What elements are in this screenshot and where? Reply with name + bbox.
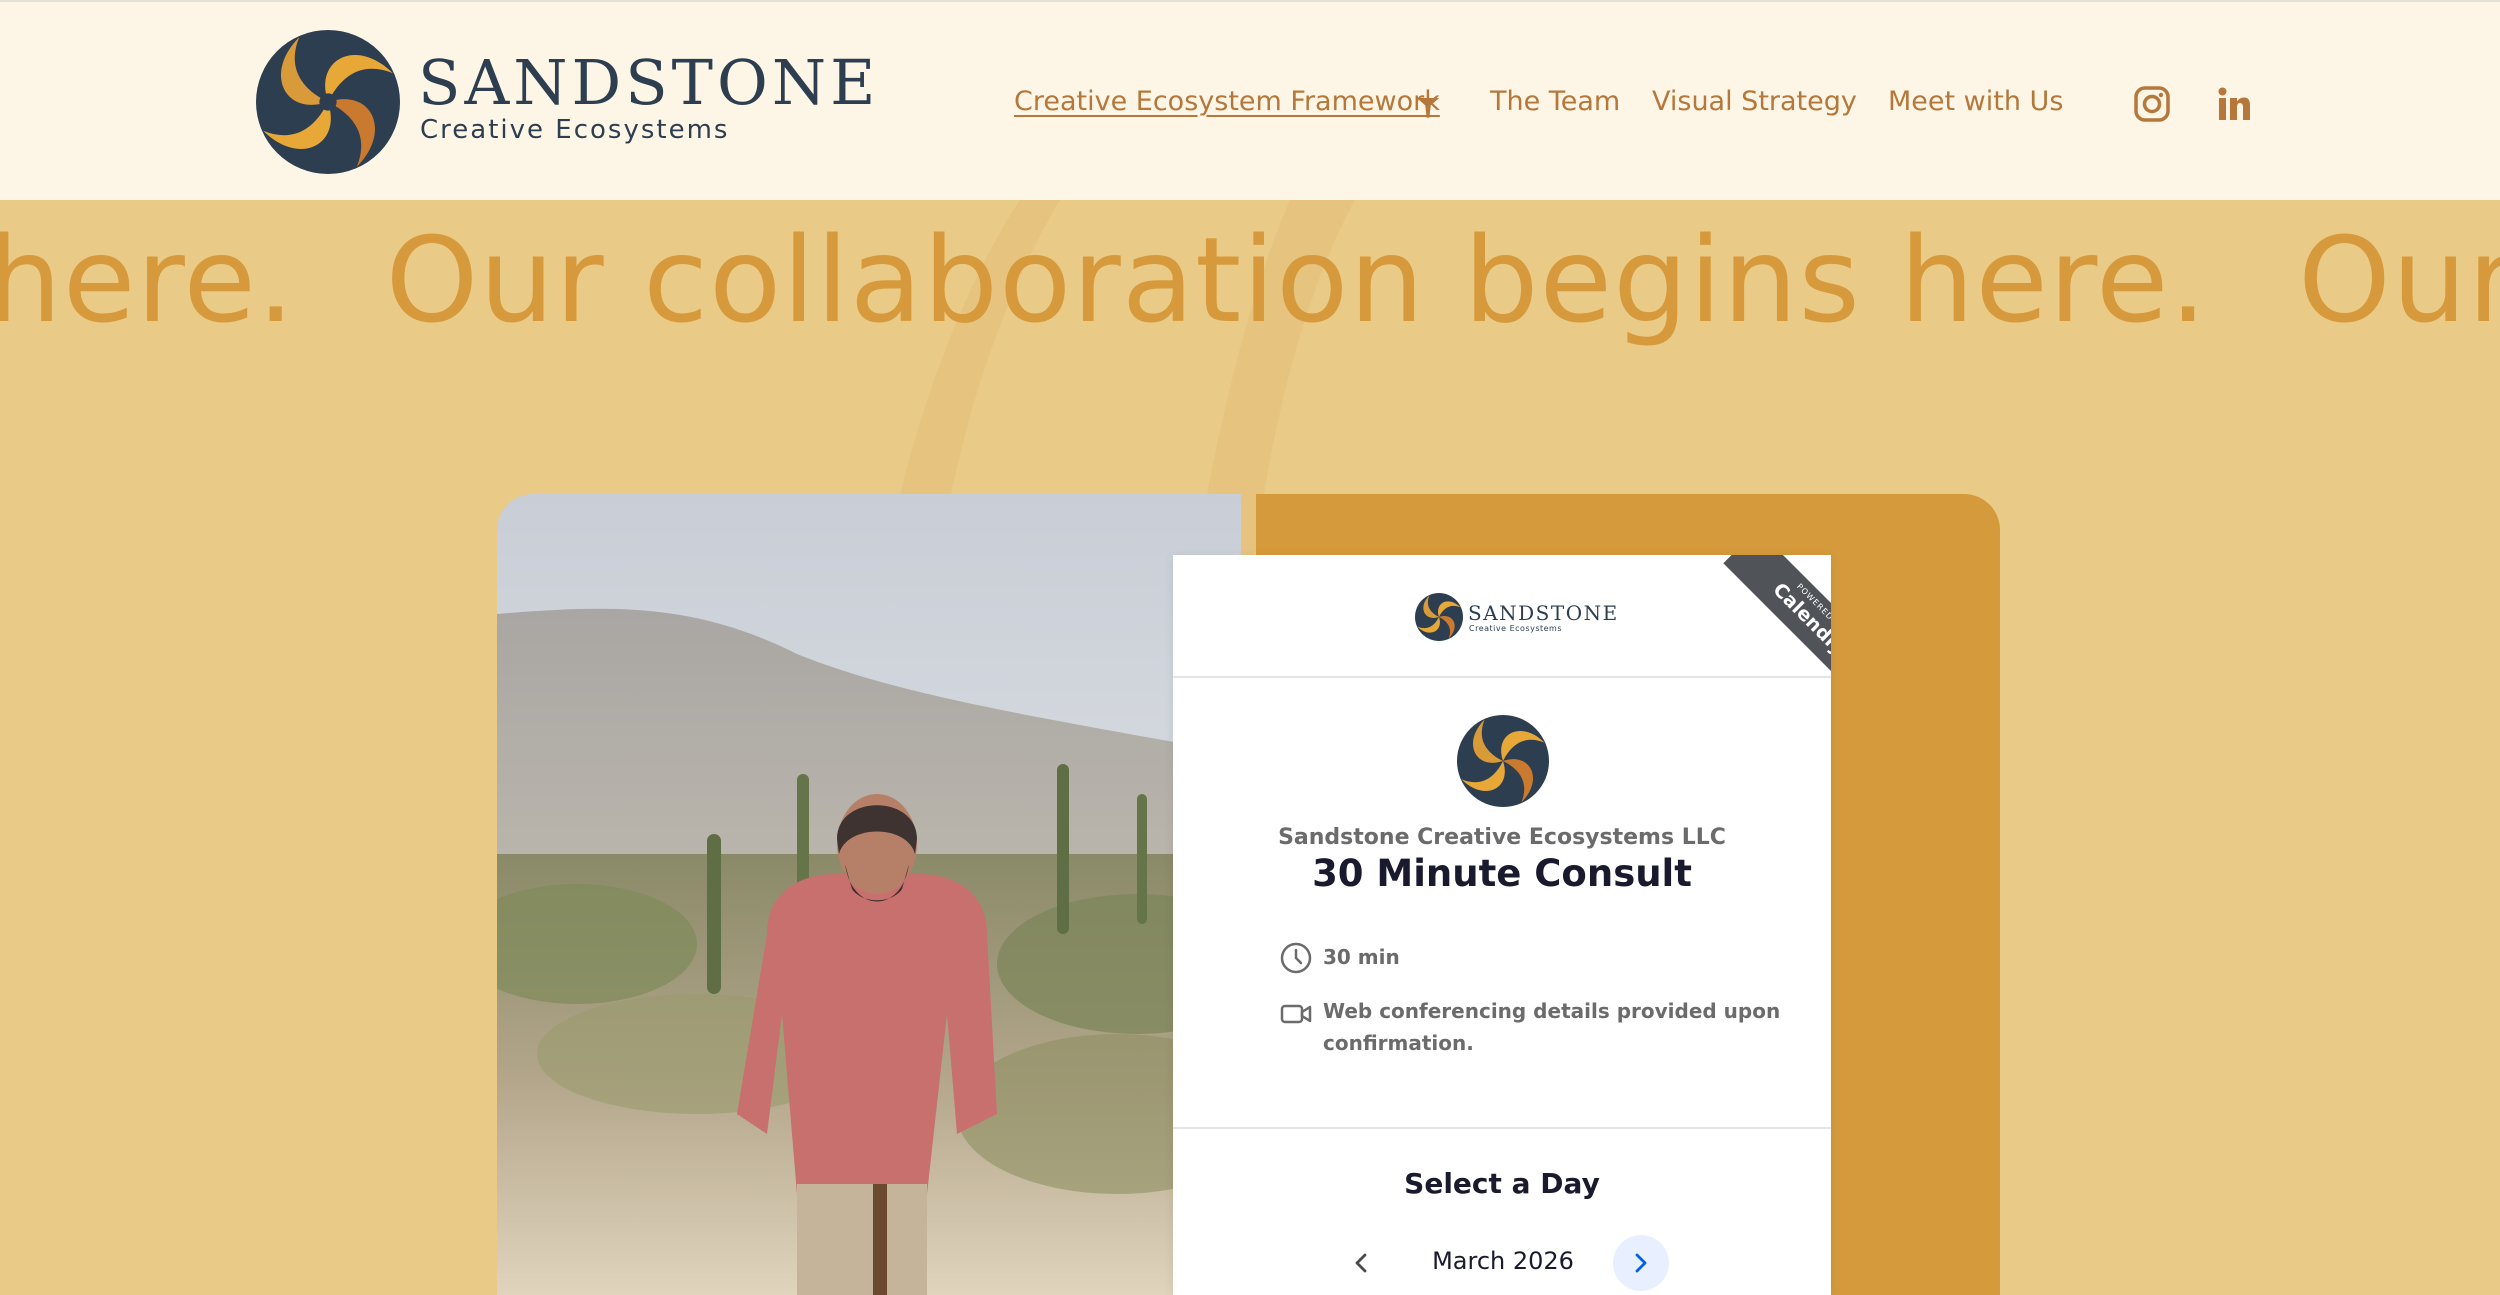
previous-month-button[interactable] [1333, 1235, 1389, 1291]
event-location-line-2: confirmation. [1323, 1031, 1474, 1055]
brand-name[interactable]: SANDSTONE [418, 52, 879, 114]
widget-logo-title: SANDSTONE [1468, 601, 1619, 625]
widget-divider [1173, 1127, 1831, 1129]
widget-logo-icon [1415, 593, 1463, 641]
current-month-label: March 2026 [1432, 1247, 1574, 1275]
powered-by-calendly-badge[interactable]: POWERED BY Calendly [1691, 555, 1831, 695]
instagram-icon[interactable] [2132, 84, 2172, 124]
nav-meet-with-us[interactable]: Meet with Us [1888, 84, 2063, 120]
nav-creative-ecosystem-framework[interactable]: Creative Ecosystem Framework [1014, 84, 1440, 120]
marquee-main-text: Our collaboration begins here. [385, 211, 2208, 349]
video-camera-icon [1280, 1004, 1312, 1024]
sandstone-logo-icon[interactable] [256, 30, 400, 174]
widget-header: SANDSTONE Creative Ecosystems POWERED BY… [1173, 555, 1831, 695]
event-location-line-1: Web conferencing details provided upon [1323, 999, 1781, 1023]
nav-the-team[interactable]: The Team [1490, 84, 1620, 120]
nav-visual-strategy[interactable]: Visual Strategy [1652, 84, 1857, 120]
event-duration: 30 min [1323, 945, 1400, 969]
event-title: 30 Minute Consult [1312, 852, 1692, 895]
marquee-fragment-end: Our c [2297, 211, 2500, 349]
linkedin-icon[interactable] [2214, 84, 2254, 124]
calendly-widget: SANDSTONE Creative Ecosystems POWERED BY… [1173, 555, 1831, 1295]
dropdown-arrow-icon[interactable] [1414, 91, 1442, 119]
marquee-fragment-start: s here. [0, 211, 296, 349]
clock-icon [1280, 942, 1312, 974]
site-header: SANDSTONE Creative Ecosystems Creative E… [0, 0, 2500, 200]
organizer-name: Sandstone Creative Ecosystems LLC [1278, 825, 1726, 850]
widget-logo-subtitle: Creative Ecosystems [1469, 624, 1563, 633]
organizer-avatar [1457, 715, 1549, 807]
marquee-banner: s here. Our collaboration begins here. Our… [0, 210, 2500, 360]
next-month-button[interactable] [1613, 1235, 1669, 1291]
hero-photo [497, 494, 1241, 1295]
select-day-heading: Select a Day [1404, 1167, 1600, 1200]
ribbon-calendly: Calendly [1768, 578, 1831, 660]
brand-tagline: Creative Ecosystems [420, 115, 730, 145]
